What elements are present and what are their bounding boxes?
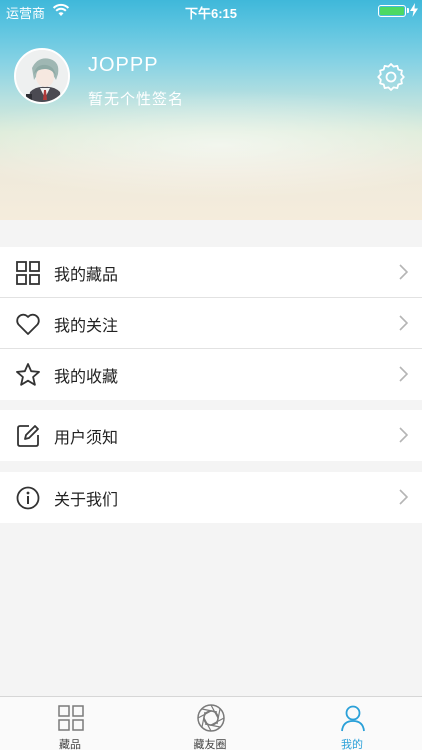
tab-collector-circle[interactable]: 藏友圈 [140,697,280,750]
tab-bar: 藏品 藏友圈 我的 [0,696,422,750]
grid-icon [58,705,84,731]
grid-icon [16,261,40,285]
menu-item-my-collection[interactable]: 我的藏品 [0,247,422,298]
username: JOPPP [88,54,159,76]
menu-item-label: 我的藏品 [54,265,119,284]
chevron-right-icon [399,264,408,280]
tab-label: 藏友圈 [193,738,227,750]
menu-item-my-favorites[interactable]: 我的收藏 [0,349,422,400]
battery-tip [407,8,409,13]
person-icon [341,705,365,732]
heart-icon [16,313,40,335]
chevron-right-icon [399,489,408,505]
menu-group-notice: 用户须知 [0,410,422,461]
chevron-right-icon [399,315,408,331]
menu-item-label: 用户须知 [54,428,119,447]
tab-mine[interactable]: 我的 [282,697,422,750]
edit-icon [17,425,39,447]
menu-group-collections: 我的藏品 我的关注 我的收藏 [0,247,422,400]
menu-item-user-notice[interactable]: 用户须知 [0,410,422,461]
circle-aperture-icon [197,704,225,732]
status-bar: 运营商 下午6:15 [0,0,422,22]
profile-signature[interactable]: 暂无个性签名 [88,88,184,109]
info-icon [16,486,40,510]
menu-item-label: 我的关注 [54,316,119,335]
tab-collections[interactable]: 藏品 [0,697,140,750]
header-background-glow [0,90,422,200]
avatar[interactable] [14,48,70,104]
chevron-right-icon [399,366,408,382]
tab-label: 藏品 [59,738,81,750]
charging-icon [410,3,418,17]
settings-gear-icon[interactable] [376,62,406,92]
menu-item-about-us[interactable]: 关于我们 [0,472,422,523]
battery-icon [378,5,406,17]
menu-item-my-follows[interactable]: 我的关注 [0,298,422,349]
menu-item-label: 关于我们 [54,490,119,509]
star-icon [16,363,40,386]
profile-header: 运营商 下午6:15 JOPPP 暂无个性签名 [0,0,422,220]
menu-item-label: 我的收藏 [54,367,119,386]
menu-group-about: 关于我们 [0,472,422,523]
chevron-right-icon [399,427,408,443]
tab-label: 我的 [341,738,363,750]
status-time: 下午6:15 [184,6,238,21]
